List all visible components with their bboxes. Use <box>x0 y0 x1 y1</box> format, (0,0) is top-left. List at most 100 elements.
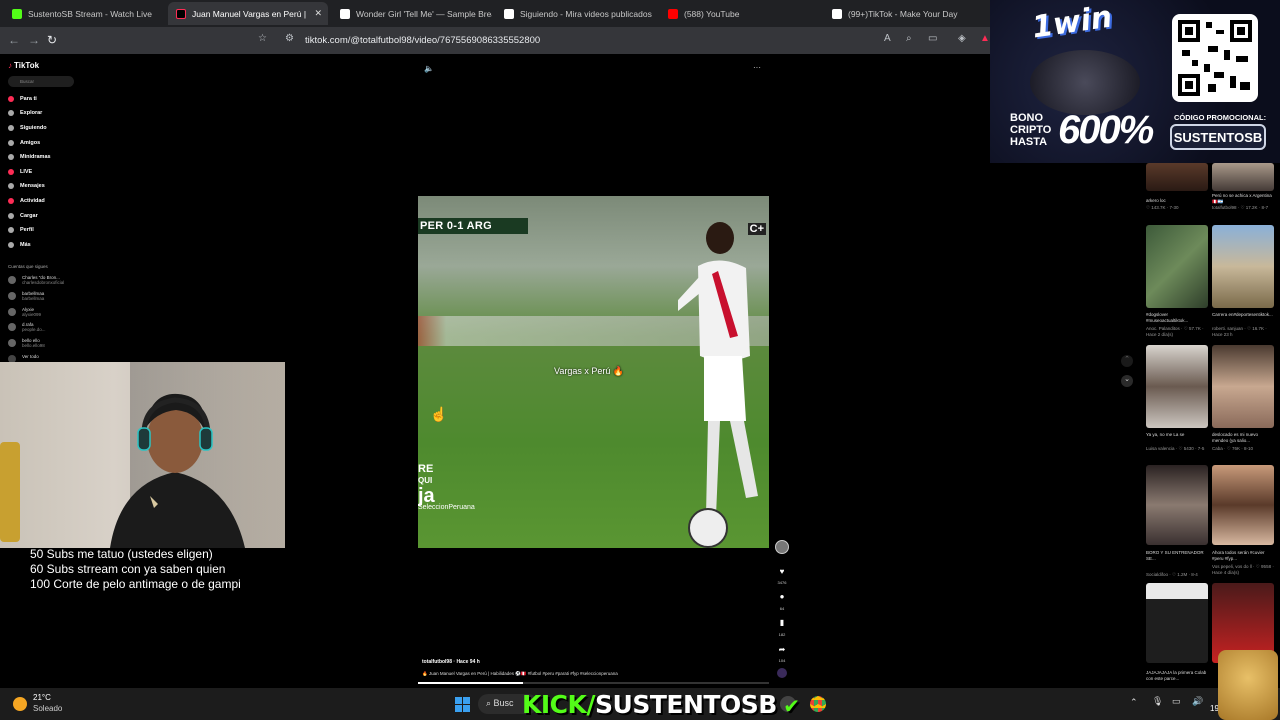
tab-sustentosb-stream[interactable]: SustentoSB Stream - Watch Live <box>4 2 164 25</box>
minidrama-icon <box>8 154 14 160</box>
video-thumbnail[interactable] <box>1212 345 1274 428</box>
followed-account[interactable]: bello ello bello.ello98 <box>8 338 45 348</box>
nav-mas[interactable]: Más <box>8 242 31 248</box>
post-author[interactable]: totalfutbol98 · Hace 94 h <box>422 659 480 665</box>
nav-minidramas[interactable]: Minidramas <box>8 154 51 160</box>
like-icon[interactable]: ♥ <box>776 567 788 576</box>
nav-mensajes[interactable]: Mensajes <box>8 183 45 189</box>
mic-icon[interactable]: 🎙 <box>1152 696 1163 707</box>
sponsor-ad: 1win BONO CRIPTO HASTA 600% CÓDIGO PROMO… <box>990 0 1280 163</box>
video-meta: Caba · ♡ 76K · 8-10 <box>1212 446 1254 451</box>
video-thumbnail[interactable] <box>1212 163 1274 191</box>
scroll-down-button[interactable]: ⌄ <box>1121 375 1133 387</box>
tab-siguiendo[interactable]: Siguiendo - Mira videos publicados <box>496 2 656 25</box>
back-icon[interactable]: ← <box>8 33 20 47</box>
nav-siguiendo[interactable]: Siguiendo <box>8 125 47 131</box>
tab-tiktok-video[interactable]: Juan Manuel Vargas en Perú | ✕ <box>168 2 328 25</box>
video-thumbnail[interactable] <box>1146 225 1208 308</box>
video-title[interactable]: arkero loc <box>1146 198 1208 204</box>
tiktok-search-input[interactable]: Buscar <box>8 76 74 87</box>
tab-youtube[interactable]: (588) YouTube <box>660 2 820 25</box>
comment-count: 64 <box>779 606 785 611</box>
share-icon[interactable]: ➦ <box>776 645 788 654</box>
qr-code[interactable] <box>1172 14 1258 102</box>
video-meta: roberti. sanjuan · ♡ 16.7K · Hace 23 h <box>1212 326 1267 337</box>
weather-sun-icon[interactable] <box>13 697 27 711</box>
tray-expand-icon[interactable]: ⌃ <box>1130 697 1138 708</box>
extension-icon[interactable]: ▲ <box>980 33 990 44</box>
volume-icon[interactable]: 🔊 <box>1192 696 1203 707</box>
sub-goals-overlay: 50 Subs me tatuo (ustedes eligen) 60 Sub… <box>30 547 241 591</box>
video-title[interactable]: Ya ya, no me La se <box>1146 432 1208 438</box>
reload-icon[interactable]: ↻ <box>47 33 57 47</box>
video-meta: Anoc. Palanditos · ♡ 57.7K · Hace 2 día(… <box>1146 326 1204 337</box>
network-icon[interactable]: ▭ <box>1172 696 1181 707</box>
nav-actividad[interactable]: Actividad <box>8 198 45 204</box>
video-meta: Socialdifoo · ♡ 1.2M · 8-4 <box>1146 572 1198 577</box>
nav-perfil[interactable]: Perfil <box>8 227 34 233</box>
qr-pattern <box>1178 20 1252 96</box>
video-thumbnail[interactable] <box>1146 163 1208 191</box>
chrome-icon[interactable] <box>810 696 826 712</box>
tab-tiktok-home[interactable]: (99+)TikTok - Make Your Day <box>824 2 984 25</box>
followed-account[interactable]: d.rafa people.do... <box>8 322 46 332</box>
more-options-icon[interactable]: ··· <box>753 63 761 72</box>
like-count: 3476 <box>777 580 787 585</box>
close-tab-icon[interactable]: ✕ <box>314 8 322 19</box>
followed-account[interactable]: Alyxie alyxie099 <box>8 307 41 317</box>
video-title[interactable]: deslocado es mi nuevo mendeo (ya salio..… <box>1212 432 1274 444</box>
tiktok-logo[interactable]: ♪ TikTok <box>8 61 39 70</box>
nav-amigos[interactable]: Amigos <box>8 140 40 146</box>
video-title[interactable]: #dogslover #museoactualtiktok... <box>1146 312 1208 324</box>
watermark: RE QUI ja <box>418 463 435 507</box>
nav-para-ti[interactable]: Para ti <box>8 96 37 102</box>
followed-account[interactable]: Charles "do Bron... charlesdobronxoficial <box>8 275 64 285</box>
followed-account[interactable]: barbellmaa barbellmaa <box>8 291 44 301</box>
music-disc-icon[interactable] <box>777 668 787 678</box>
nav-live[interactable]: LIVE <box>8 169 32 175</box>
nav-cargar[interactable]: Cargar <box>8 213 38 219</box>
save-count: 182 <box>778 632 786 637</box>
video-thumbnail[interactable] <box>1146 465 1208 545</box>
video-player[interactable]: PER 0-1 ARG C+ Vargas x Perú 🔥 RE QUI ja… <box>418 196 769 548</box>
video-title[interactable]: Perú no se achica x Argentina 🇵🇪🇦🇷 <box>1212 193 1274 205</box>
video-meta: ♡ 143.7K · 7-30 <box>1146 205 1179 210</box>
video-thumbnail[interactable] <box>1146 345 1208 428</box>
video-meta: Luisa valencia · ♡ 5430 · 7-5 <box>1146 446 1205 451</box>
kick-icon <box>12 8 22 19</box>
tiktok-note-icon: ♪ <box>8 61 12 70</box>
scoreboard: PER 0-1 ARG <box>418 218 528 234</box>
mute-icon[interactable]: 🔈 <box>424 64 434 73</box>
cast-icon[interactable]: ▭ <box>928 33 937 44</box>
windows-start-icon[interactable] <box>455 697 470 712</box>
translate-icon[interactable]: A <box>884 33 891 44</box>
url-field[interactable]: tiktok.com/@totalfutbol98/video/76755690… <box>305 35 540 46</box>
friends-icon <box>8 140 14 146</box>
home-icon <box>8 96 14 102</box>
promo-code: SUSTENTOSB <box>1170 124 1266 150</box>
video-thumbnail[interactable] <box>1212 465 1274 545</box>
scroll-up-button[interactable]: ⌃ <box>1121 355 1133 367</box>
site-info-icon[interactable]: ⚙ <box>285 33 294 44</box>
nav-explorar[interactable]: Explorar <box>8 110 42 116</box>
bookmark-icon[interactable]: ▮ <box>776 618 788 627</box>
video-title[interactable]: Carrera en#deportesentiktok... <box>1212 312 1274 318</box>
video-title[interactable]: Ahora todos serán #cuvier #peru #fyp... <box>1212 550 1274 562</box>
bookmark-icon[interactable]: ☆ <box>258 33 267 44</box>
author-avatar[interactable] <box>775 540 789 554</box>
video-title[interactable]: BORO Y SU ENTRENADOR SE... <box>1146 550 1208 562</box>
profile-icon <box>8 227 14 233</box>
more-icon <box>8 242 14 248</box>
video-thumbnail[interactable] <box>1212 225 1274 308</box>
video-progress-bar[interactable] <box>418 682 769 684</box>
video-title[interactable]: JAJAJAJAJA la primera Colab con este par… <box>1146 670 1208 682</box>
following-accounts-title: Cuentas que sigues <box>8 264 48 269</box>
tab-bar: SustentoSB Stream - Watch Live Juan Manu… <box>0 0 990 27</box>
tab-wonder-girl[interactable]: Wonder Girl 'Tell Me' — Sample Brea <box>332 2 492 25</box>
zoom-icon[interactable]: ⌕ <box>906 33 912 44</box>
comment-icon[interactable]: ● <box>776 592 788 601</box>
shield-icon[interactable]: ◈ <box>958 33 966 44</box>
live-icon <box>8 169 14 175</box>
video-thumbnail[interactable] <box>1146 583 1208 663</box>
forward-icon[interactable]: → <box>28 33 40 47</box>
